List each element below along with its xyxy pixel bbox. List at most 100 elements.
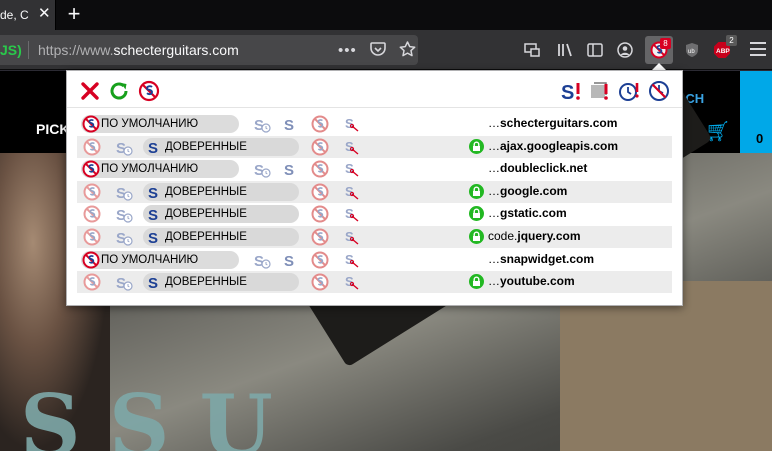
temp-trust-icon[interactable]: S — [115, 183, 133, 201]
trusted-icon: S — [148, 140, 158, 156]
domain-prefix: … — [488, 274, 500, 289]
trust-level-pill[interactable]: S ДОВЕРЕННЫЕ — [143, 228, 299, 246]
sidebar-icon[interactable] — [584, 38, 606, 62]
reload-icon[interactable] — [108, 80, 130, 102]
temp-trust-icon[interactable]: S — [115, 205, 133, 223]
untrusted-icon[interactable] — [83, 273, 101, 291]
untrusted-icon[interactable] — [83, 138, 101, 156]
site-domain[interactable]: …schecterguitars.com — [488, 116, 617, 130]
identity-badge[interactable]: JS) — [0, 42, 22, 58]
trust-level-pill[interactable]: S ДОВЕРЕННЫЕ — [143, 182, 299, 201]
domain-name: google.com — [500, 183, 568, 198]
library-icon[interactable] — [554, 38, 576, 62]
custom-trust-icon[interactable]: S — [343, 251, 361, 269]
options-icon[interactable] — [138, 80, 160, 102]
url-domain: schecterguitars.com — [113, 42, 239, 58]
domain-name: doubleclick.net — [500, 161, 588, 176]
account-icon[interactable] — [614, 38, 636, 62]
site-domain[interactable]: …doubleclick.net — [488, 161, 587, 175]
domain-prefix: … — [488, 161, 500, 176]
trusted-icon[interactable]: S — [281, 251, 299, 269]
untrusted-icon[interactable] — [311, 205, 329, 223]
temp-trust-icon[interactable]: S — [115, 273, 133, 291]
url-bar[interactable]: JS) https://www.schecterguitars.com ••• — [0, 35, 418, 65]
untrusted-icon[interactable] — [311, 228, 329, 246]
svg-text:S: S — [561, 82, 574, 102]
site-row: S S ДОВЕРЕННЫЕ S …gstatic.com — [77, 203, 672, 225]
custom-trust-icon[interactable]: S — [343, 205, 361, 223]
noscript-badge: 8 — [660, 38, 671, 49]
trust-level-label: ПО УМОЛЧАНИЮ — [101, 253, 199, 266]
ublock-origin-icon[interactable]: ub — [681, 38, 703, 62]
trust-level-label: ДОВЕРЕННЫЕ — [165, 276, 247, 289]
temp-trust-icon[interactable]: S — [253, 251, 271, 269]
new-tab-button[interactable]: + — [64, 3, 84, 27]
more-actions-icon[interactable]: ••• — [338, 42, 357, 59]
custom-trust-icon[interactable]: S — [343, 273, 361, 291]
site-domain[interactable]: …youtube.com — [488, 274, 575, 288]
untrusted-icon[interactable] — [311, 138, 329, 156]
temp-trust-icon[interactable]: S — [115, 228, 133, 246]
custom-trust-icon[interactable]: S — [343, 115, 361, 133]
trust-level-label: ПО УМОЛЧАНИЮ — [101, 163, 199, 176]
synced-tabs-icon[interactable] — [521, 38, 543, 62]
revoke-temp-icon[interactable] — [589, 80, 611, 102]
temp-trust-icon[interactable]: S — [253, 115, 271, 133]
bookmark-star-icon[interactable] — [399, 41, 416, 57]
close-icon[interactable] — [79, 80, 101, 102]
site-domain[interactable]: …gstatic.com — [488, 206, 567, 220]
browser-tab[interactable]: de, C ✕ — [0, 0, 56, 30]
hamburger-menu-icon[interactable] — [750, 42, 766, 58]
site-domain[interactable]: code.jquery.com — [488, 229, 581, 243]
site-domain[interactable]: …google.com — [488, 184, 567, 198]
untrusted-icon[interactable] — [311, 115, 329, 133]
popup-divider — [67, 107, 682, 108]
site-row: S S ДОВЕРЕННЫЕ S …youtube.com — [77, 271, 672, 294]
site-row: ПО УМОЛЧАНИЮ S S S …snapwidget.com — [77, 249, 672, 271]
trust-level-pill[interactable]: ПО УМОЛЧАНИЮ — [81, 115, 239, 133]
untrusted-icon[interactable] — [311, 183, 329, 201]
temp-trust-icon[interactable]: S — [115, 138, 133, 156]
untrusted-icon[interactable] — [311, 273, 329, 291]
trust-level-pill[interactable]: S ДОВЕРЕННЫЕ — [143, 273, 299, 292]
svg-text:S: S — [345, 116, 354, 131]
trusted-icon[interactable]: S — [281, 115, 299, 133]
site-row: S S ДОВЕРЕННЫЕ Scode.jquery.com — [77, 226, 672, 248]
temp-trust-all-icon[interactable]: S — [561, 80, 583, 102]
custom-trust-icon[interactable]: S — [343, 160, 361, 178]
pocket-icon[interactable] — [370, 42, 386, 57]
close-icon[interactable]: ✕ — [38, 6, 51, 22]
untrusted-icon[interactable] — [311, 251, 329, 269]
custom-trust-icon[interactable]: S — [343, 183, 361, 201]
temp-trust-icon[interactable]: S — [253, 160, 271, 178]
noscript-toolbar-button[interactable]: 8 — [645, 36, 673, 64]
trust-level-label: ДОВЕРЕННЫЕ — [165, 185, 247, 198]
adblock-icon[interactable]: ABP 2 — [711, 35, 737, 62]
trust-level-pill[interactable]: ПО УМОЛЧАНИЮ — [81, 160, 239, 179]
trust-level-pill[interactable]: S ДОВЕРЕННЫЕ — [143, 205, 299, 224]
site-row: S S ДОВЕРЕННЫЕ S …ajax.googleapis.com — [77, 135, 672, 158]
trust-level-pill[interactable]: S ДОВЕРЕННЫЕ — [143, 137, 299, 156]
untrusted-icon[interactable] — [83, 205, 101, 223]
hero-logo: SSU — [20, 376, 303, 451]
untrusted-icon[interactable] — [83, 183, 101, 201]
trust-level-pill[interactable]: ПО УМОЛЧАНИЮ — [81, 250, 239, 269]
svg-text:S: S — [148, 185, 158, 201]
trusted-icon[interactable]: S — [281, 160, 299, 178]
trusted-icon: S — [148, 207, 158, 223]
lock-icon — [469, 138, 484, 154]
url-separator — [28, 41, 29, 59]
svg-text:S: S — [148, 230, 158, 246]
site-nav-item[interactable]: PICK — [36, 121, 69, 137]
untrusted-icon[interactable] — [83, 228, 101, 246]
custom-trust-icon[interactable]: S — [343, 228, 361, 246]
temp-trust-page-icon[interactable] — [618, 80, 640, 102]
custom-trust-icon[interactable]: S — [343, 138, 361, 156]
site-domain[interactable]: …ajax.googleapis.com — [488, 139, 618, 153]
site-domain[interactable]: …snapwidget.com — [488, 252, 594, 266]
untrusted-icon[interactable] — [311, 160, 329, 178]
domain-prefix: … — [488, 138, 500, 153]
disable-restrictions-icon[interactable] — [648, 80, 670, 102]
url-text[interactable]: https://www.schecterguitars.com — [38, 42, 239, 58]
svg-text:S: S — [345, 229, 354, 244]
